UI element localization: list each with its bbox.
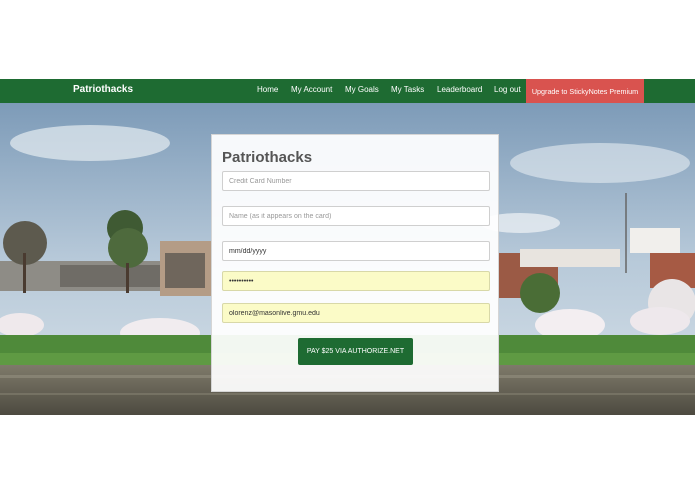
payment-form-card: Patriothacks PAY $25 VIA AUTHORIZE.NET bbox=[211, 134, 499, 392]
nav-home[interactable]: Home bbox=[257, 85, 278, 94]
nav-leaderboard[interactable]: Leaderboard bbox=[437, 85, 482, 94]
cardholder-name-input[interactable] bbox=[222, 206, 490, 226]
upgrade-premium-button[interactable]: Upgrade to StickyNotes Premium bbox=[526, 79, 644, 103]
credit-card-number-input[interactable] bbox=[222, 171, 490, 191]
top-navbar: Patriothacks Home My Account My Goals My… bbox=[0, 79, 695, 103]
pay-button[interactable]: PAY $25 VIA AUTHORIZE.NET bbox=[298, 338, 413, 365]
form-title: Patriothacks bbox=[222, 149, 313, 166]
nav-my-goals[interactable]: My Goals bbox=[345, 85, 379, 94]
expiry-date-input[interactable] bbox=[222, 241, 490, 261]
password-input[interactable] bbox=[222, 271, 490, 291]
brand-link[interactable]: Patriothacks bbox=[73, 84, 133, 95]
nav-my-tasks[interactable]: My Tasks bbox=[391, 85, 424, 94]
email-input[interactable] bbox=[222, 303, 490, 323]
nav-my-account[interactable]: My Account bbox=[291, 85, 332, 94]
nav-log-out[interactable]: Log out bbox=[494, 85, 521, 94]
